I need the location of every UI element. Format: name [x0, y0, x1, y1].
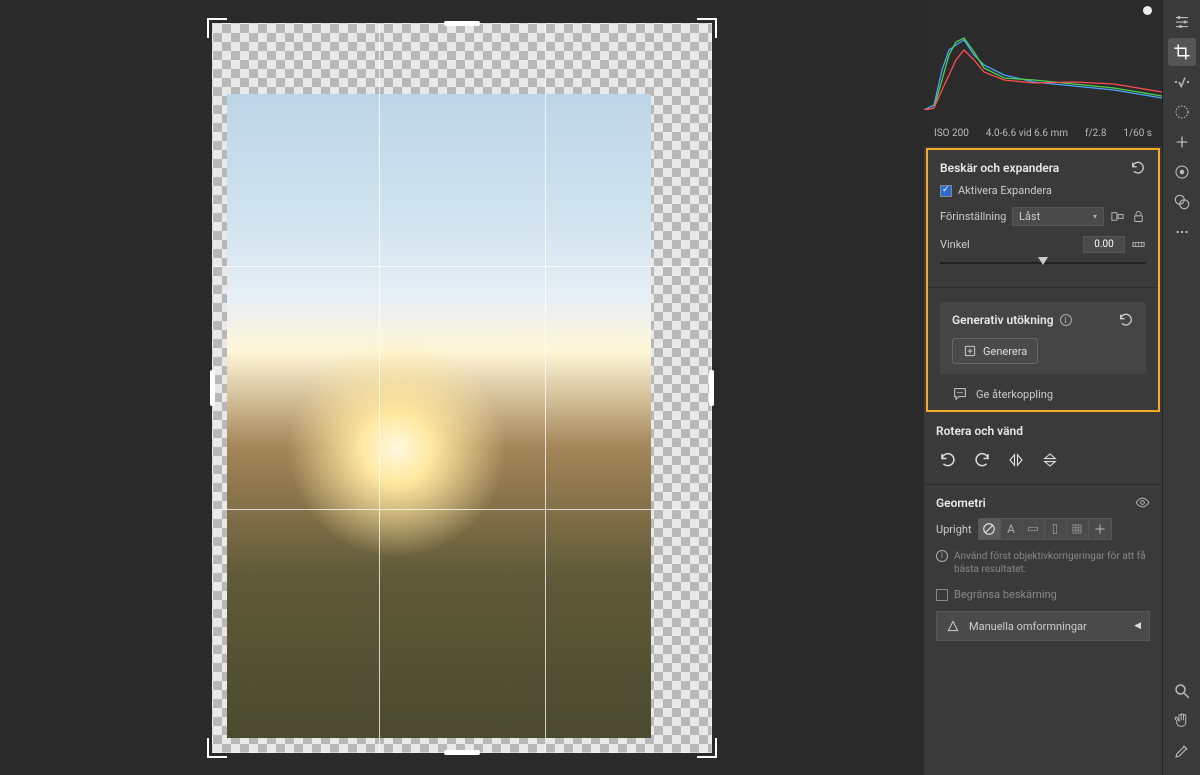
geometry-title: Geometri: [936, 496, 986, 510]
clipping-indicator-icon[interactable]: [1143, 6, 1152, 15]
preset-dropdown[interactable]: Låst ▾: [1012, 207, 1104, 226]
chevron-down-icon: ▾: [1093, 212, 1097, 221]
photo-metadata: ISO 200 4.0-6.6 vid 6.6 mm f/2.8 1/60 s: [924, 124, 1162, 146]
generate-icon: [963, 344, 977, 358]
crop-expand-title: Beskär och expandera: [940, 161, 1059, 175]
reset-icon[interactable]: [1130, 160, 1146, 176]
crop-panel-highlight: Beskär och expandera Aktivera Expandera …: [926, 148, 1160, 412]
flip-vertical-icon[interactable]: [1040, 450, 1060, 470]
crop-handle-bottom-left[interactable]: [207, 738, 227, 758]
manual-transforms-button[interactable]: Manuella omformningar ◀: [936, 611, 1150, 641]
crop-frame[interactable]: [212, 23, 712, 753]
rotate-flip-title: Rotera och vänd: [936, 424, 1023, 438]
flip-horizontal-icon[interactable]: [1006, 450, 1026, 470]
adjust-sliders-icon[interactable]: [1168, 8, 1196, 36]
histogram[interactable]: [924, 0, 1162, 124]
color-sampler-icon[interactable]: [1168, 737, 1196, 765]
info-icon: i: [936, 550, 948, 562]
geometry-section: Geometri Upright A i Använd först objekt…: [924, 485, 1162, 651]
generate-label: Generera: [983, 345, 1027, 358]
reset-icon[interactable]: [1118, 312, 1134, 328]
crop-handle-right[interactable]: [709, 370, 714, 406]
histogram-chart: [924, 20, 1162, 110]
crop-handle-bottom-right[interactable]: [697, 738, 717, 758]
feedback-label: Ge återkoppling: [976, 388, 1053, 401]
crop-grid-line: [213, 509, 711, 510]
upright-label: Upright: [936, 523, 972, 536]
crop-handle-top-left[interactable]: [207, 18, 227, 38]
crop-handle-top-right[interactable]: [697, 18, 717, 38]
meta-iso: ISO 200: [934, 128, 969, 139]
crop-expand-section: Beskär och expandera Aktivera Expandera …: [928, 150, 1158, 288]
lock-icon[interactable]: [1131, 209, 1146, 224]
crop-grid-line: [213, 266, 711, 267]
upright-button-group: A: [978, 518, 1112, 540]
visibility-icon[interactable]: [1135, 495, 1150, 510]
swap-orientation-icon[interactable]: [1110, 209, 1125, 224]
rotate-ccw-icon[interactable]: [938, 450, 958, 470]
canvas-area[interactable]: [0, 0, 924, 775]
straighten-icon[interactable]: [1131, 237, 1146, 252]
manual-transforms-label: Manuella omformningar: [969, 620, 1087, 633]
limit-crop-checkbox[interactable]: [936, 589, 948, 601]
meta-focal: 4.0-6.6 vid 6.6 mm: [986, 128, 1068, 139]
healing-tool-icon[interactable]: [1168, 68, 1196, 96]
generate-button[interactable]: Generera: [952, 338, 1038, 364]
zoom-tool-icon[interactable]: [1168, 677, 1196, 705]
rotate-flip-section: Rotera och vänd: [924, 414, 1162, 485]
generative-expand-title: Generativ utökning: [952, 313, 1054, 327]
angle-slider-thumb[interactable]: [1038, 257, 1048, 265]
meta-aperture: f/2.8: [1085, 128, 1106, 139]
add-icon[interactable]: [1168, 128, 1196, 156]
upright-level-button[interactable]: [1023, 519, 1045, 539]
info-icon[interactable]: i: [1060, 314, 1072, 326]
feedback-button[interactable]: Ge återkoppling: [940, 378, 1146, 406]
upright-off-button[interactable]: [979, 519, 1001, 539]
upright-full-button[interactable]: [1067, 519, 1089, 539]
rotate-cw-icon[interactable]: [972, 450, 992, 470]
enable-expand-checkbox[interactable]: [940, 185, 952, 197]
more-icon[interactable]: [1168, 218, 1196, 246]
redeye-tool-icon[interactable]: [1168, 158, 1196, 186]
angle-label: Vinkel: [940, 238, 970, 251]
angle-input[interactable]: [1083, 236, 1125, 253]
crop-handle-bottom[interactable]: [444, 750, 480, 755]
crop-handle-top[interactable]: [444, 21, 480, 26]
presets-icon[interactable]: [1168, 188, 1196, 216]
generative-expand-section: Generativ utökning i Generera Ge återkop…: [928, 288, 1158, 410]
crop-tool-icon[interactable]: [1168, 38, 1196, 66]
right-toolstrip: [1162, 0, 1200, 775]
preset-value: Låst: [1019, 210, 1040, 223]
limit-crop-label: Begränsa beskärning: [954, 588, 1057, 601]
upright-auto-button[interactable]: A: [1001, 519, 1023, 539]
crop-grid-line: [379, 24, 380, 752]
triangle-left-icon: ◀: [1134, 621, 1141, 631]
enable-expand-label: Aktivera Expandera: [958, 184, 1052, 197]
upright-guided-button[interactable]: [1089, 519, 1111, 539]
angle-slider[interactable]: [940, 255, 1146, 271]
photo-preview: [227, 94, 651, 738]
hand-tool-icon[interactable]: [1168, 707, 1196, 735]
upright-vertical-button[interactable]: [1045, 519, 1067, 539]
meta-shutter: 1/60 s: [1123, 128, 1152, 139]
mask-tool-icon[interactable]: [1168, 98, 1196, 126]
geometry-hint: Använd först objektivkorrigeringar för a…: [954, 550, 1150, 576]
crop-grid-line: [545, 24, 546, 752]
right-panel: ISO 200 4.0-6.6 vid 6.6 mm f/2.8 1/60 s …: [924, 0, 1162, 775]
transform-icon: [945, 618, 961, 634]
chat-icon: [952, 386, 968, 402]
crop-handle-left[interactable]: [210, 370, 215, 406]
preset-label: Förinställning: [940, 210, 1006, 223]
